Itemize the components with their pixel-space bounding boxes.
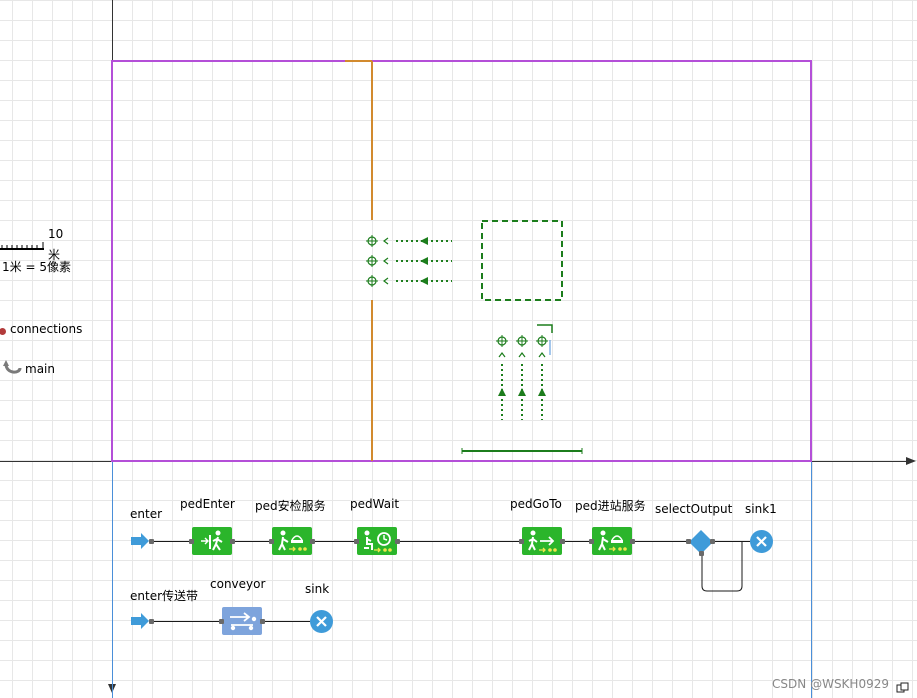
pedestrian-layout	[111, 60, 812, 462]
security-service-queues[interactable]	[366, 235, 452, 287]
pedSecurity-block[interactable]	[272, 527, 312, 555]
sink-block[interactable]	[310, 610, 333, 633]
close-icon	[316, 616, 327, 627]
watermark-text: CSDN @WSKH0929	[772, 677, 889, 691]
blue-guide-line-right	[811, 462, 812, 698]
station-service-queues[interactable]	[496, 335, 548, 420]
pedGoTo-out-port[interactable]	[560, 539, 565, 544]
pedestrian-service-icon	[278, 530, 307, 552]
selectOutput-label: selectOutput	[655, 502, 733, 516]
enter-label: enter	[130, 507, 163, 521]
selectOutput-false-port[interactable]	[699, 551, 704, 556]
conveyor-label: conveyor	[210, 577, 266, 591]
waiting-area[interactable]	[481, 220, 563, 301]
pedGoTo-block[interactable]	[522, 527, 562, 555]
sink1-label: sink1	[745, 502, 777, 516]
scale-ratio: 1米 = 5像素	[2, 260, 71, 274]
pedestrian-goto-icon	[528, 530, 557, 553]
link-goto-station	[564, 541, 591, 542]
conveyor-icon	[230, 612, 257, 631]
enter-arrow-icon[interactable]	[131, 613, 151, 629]
link-station-select	[634, 541, 690, 542]
pedSecurity-in-port[interactable]	[269, 539, 274, 544]
enter-arrow-icon[interactable]	[131, 533, 151, 549]
link-security-wait	[314, 541, 356, 542]
pedStation-block[interactable]	[592, 527, 632, 555]
pedestrian-service-icon	[598, 530, 627, 552]
link-conveyor-sink	[264, 621, 310, 622]
scale-value: 10	[48, 227, 64, 241]
pedEnter-label: pedEnter	[180, 497, 235, 511]
pedestrian-enter-icon	[201, 530, 223, 551]
pedEnter-block[interactable]	[192, 527, 232, 555]
pedWait-block[interactable]	[357, 527, 397, 555]
layers-icon[interactable]	[896, 682, 910, 694]
pedGoTo-in-port[interactable]	[519, 539, 524, 544]
main-label[interactable]: main	[25, 362, 55, 376]
conveyor-block[interactable]	[222, 607, 262, 635]
pedStation-out-port[interactable]	[630, 539, 635, 544]
pedWait-in-port[interactable]	[354, 539, 359, 544]
enterConveyor-port[interactable]	[149, 619, 154, 624]
pedStation-label: ped进站服务	[575, 499, 646, 513]
pedEnter-out-port[interactable]	[230, 539, 235, 544]
link-wait-goto	[399, 541, 521, 542]
bracket-marker	[537, 324, 553, 333]
sink-label: sink	[305, 582, 330, 596]
enterConveyor-label: enter传送带	[130, 589, 199, 603]
area-boundary[interactable]	[111, 60, 812, 462]
conveyor-in-port[interactable]	[219, 619, 224, 624]
pedGoTo-label: pedGoTo	[510, 497, 562, 511]
link-enter-pedEnter	[152, 541, 190, 542]
sink1-block[interactable]	[750, 530, 773, 553]
target-line[interactable]	[461, 448, 583, 454]
pedStation-in-port[interactable]	[589, 539, 594, 544]
close-icon	[756, 536, 767, 547]
pedSecurity-out-port[interactable]	[310, 539, 315, 544]
pedEnter-in-port[interactable]	[189, 539, 194, 544]
pedestrian-wait-icon	[364, 530, 392, 553]
pedSecurity-label: ped安检服务	[255, 499, 326, 513]
selectOutput-in-port[interactable]	[686, 539, 691, 544]
link-enterConveyor-conveyor	[152, 621, 221, 622]
scale-bar[interactable]	[0, 242, 46, 252]
blue-guide-line	[112, 462, 113, 698]
connections-label[interactable]: connections	[10, 322, 82, 336]
main-agent-icon[interactable]	[2, 360, 24, 378]
link-pedEnter-security	[234, 541, 271, 542]
pedWait-label: pedWait	[350, 497, 400, 511]
conveyor-out-port[interactable]	[260, 619, 265, 624]
pedWait-out-port[interactable]	[395, 539, 400, 544]
enter-port[interactable]	[149, 539, 154, 544]
selectOutput-out-port[interactable]	[710, 539, 715, 544]
